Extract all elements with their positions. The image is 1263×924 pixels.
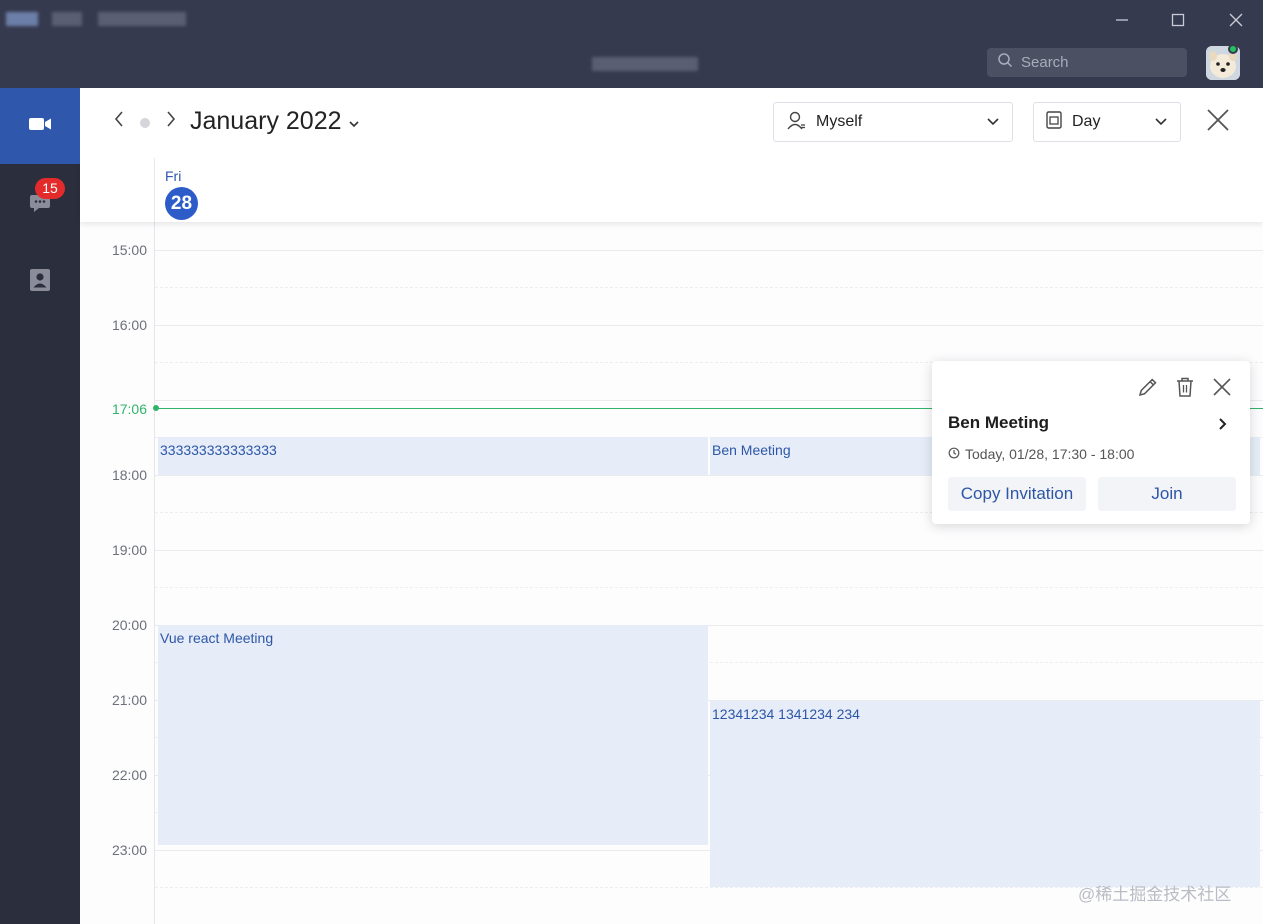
app-logo — [6, 12, 38, 26]
search-icon — [997, 52, 1013, 73]
close-icon — [1204, 109, 1232, 138]
contacts-icon — [29, 268, 51, 297]
time-label: 21:00 — [111, 692, 147, 708]
day-number[interactable]: 28 — [165, 187, 198, 220]
video-camera-icon — [28, 115, 52, 138]
event-details-button[interactable] — [1214, 415, 1232, 433]
chevron-right-icon — [1214, 418, 1232, 437]
time-label: 20:00 — [111, 617, 147, 633]
hour-line — [155, 325, 1263, 326]
event-detail-popup: Ben Meeting Today, 01/28, 17:30 - 18:00 … — [932, 361, 1250, 524]
delete-event-button[interactable] — [1173, 377, 1197, 401]
time-label: 18:00 — [111, 467, 147, 483]
search-input[interactable] — [1021, 54, 1171, 71]
person-icon — [786, 110, 806, 135]
close-icon[interactable] — [1222, 6, 1250, 34]
current-time-label: 17:06 — [111, 401, 147, 417]
view-select[interactable]: Day — [1033, 102, 1181, 142]
minimize-icon[interactable] — [1108, 6, 1136, 34]
time-column-divider — [154, 222, 155, 924]
month-picker[interactable]: January 2022 — [190, 107, 360, 136]
copy-invitation-button[interactable]: Copy Invitation — [948, 477, 1086, 511]
half-hour-line — [155, 587, 1263, 588]
person-select[interactable]: Myself — [773, 102, 1013, 142]
chevron-down-icon — [348, 107, 360, 136]
online-status-dot — [1228, 44, 1238, 54]
redacted-title — [98, 12, 186, 26]
weekday-label: Fri — [165, 168, 182, 184]
time-label: 22:00 — [111, 767, 147, 783]
day-header: Fri 28 — [80, 158, 1263, 222]
pencil-icon — [1137, 376, 1159, 403]
view-select-value: Day — [1072, 113, 1101, 130]
event-block[interactable]: 12341234 1341234 234 — [710, 701, 1260, 887]
redacted-window-title — [592, 57, 698, 71]
previous-day-button[interactable] — [108, 108, 130, 134]
popup-event-time: Today, 01/28, 17:30 - 18:00 — [948, 446, 1134, 462]
today-button[interactable] — [140, 118, 150, 128]
chevron-down-icon — [986, 113, 1000, 131]
next-day-button[interactable] — [160, 108, 182, 134]
event-block[interactable]: 333333333333333 — [158, 437, 708, 475]
unread-badge: 15 — [35, 178, 65, 199]
redacted-title — [52, 12, 82, 26]
hour-line — [155, 550, 1263, 551]
calendar-view-icon — [1046, 110, 1062, 134]
chevron-left-icon — [113, 110, 125, 133]
trash-icon — [1175, 376, 1195, 403]
title-bar — [0, 0, 1263, 88]
calendar-toolbar: January 2022 Myself Day — [80, 88, 1263, 158]
watermark: @稀土掘金技术社区 — [1078, 885, 1232, 904]
clock-icon — [948, 446, 960, 462]
maximize-icon[interactable] — [1164, 6, 1192, 34]
search-box[interactable] — [987, 48, 1187, 77]
close-icon — [1212, 377, 1232, 402]
time-label: 23:00 — [111, 842, 147, 858]
event-block[interactable]: Vue react Meeting — [158, 625, 708, 845]
sidebar-item-meetings[interactable] — [0, 88, 80, 164]
close-calendar-button[interactable] — [1204, 106, 1232, 134]
sidebar-item-chat[interactable] — [0, 166, 80, 242]
chevron-down-icon — [1154, 113, 1168, 131]
sidebar-item-contacts[interactable] — [0, 244, 80, 320]
current-time-dot — [153, 405, 159, 411]
chevron-right-icon — [165, 110, 177, 133]
month-label: January 2022 — [190, 107, 342, 135]
join-button[interactable]: Join — [1098, 477, 1236, 511]
sidebar: 15 — [0, 88, 80, 924]
person-select-value: Myself — [816, 113, 863, 130]
divider — [154, 158, 155, 222]
half-hour-line — [155, 287, 1263, 288]
time-label: 16:00 — [111, 317, 147, 333]
popup-event-title: Ben Meeting — [948, 413, 1050, 432]
edit-event-button[interactable] — [1136, 377, 1160, 401]
time-grid[interactable]: 15:00 16:00 17:06 18:00 19:00 20:00 21:0… — [80, 222, 1263, 924]
time-label: 19:00 — [111, 542, 147, 558]
time-label: 15:00 — [111, 242, 147, 258]
hour-line — [155, 250, 1263, 251]
close-popup-button[interactable] — [1210, 377, 1234, 401]
popup-time-text: Today, 01/28, 17:30 - 18:00 — [965, 446, 1135, 462]
